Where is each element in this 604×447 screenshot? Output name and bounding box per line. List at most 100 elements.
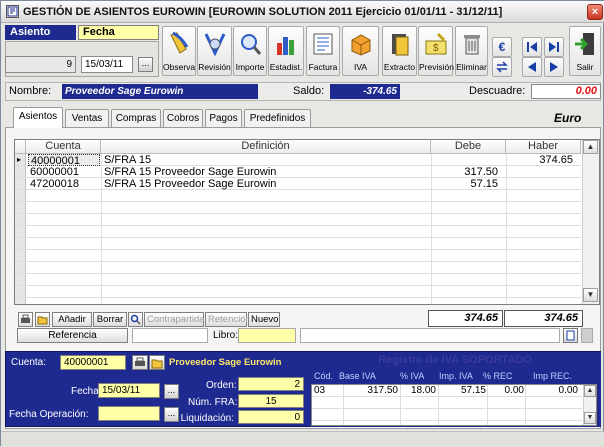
table-row[interactable] xyxy=(15,226,581,238)
column-header-cuenta[interactable]: Cuenta xyxy=(26,140,101,154)
table-row[interactable] xyxy=(15,202,581,214)
table-row[interactable] xyxy=(15,262,581,274)
nombre-field[interactable]: Proveedor Sage Eurowin xyxy=(62,84,258,99)
close-button[interactable]: × xyxy=(587,4,603,20)
iva-cell-cod[interactable]: 03 xyxy=(314,385,325,396)
column-header-debe[interactable]: Debe xyxy=(431,140,506,154)
referencia-field[interactable] xyxy=(132,328,208,343)
orden-field[interactable]: 2 xyxy=(238,377,304,391)
toolbar-button-estadist[interactable]: Estadist. xyxy=(268,26,304,76)
toolbar-button-observa[interactable]: Observa xyxy=(162,26,196,76)
last-record-button[interactable] xyxy=(544,37,564,57)
cell-haber[interactable]: 374.65 xyxy=(508,154,579,166)
cell-debe[interactable]: 317.50 xyxy=(433,166,504,178)
cuenta-open-button[interactable] xyxy=(149,355,165,370)
table-row[interactable]: 47200018 S/FRA 15 Proveedor Sage Eurowin… xyxy=(15,178,581,190)
fecha-operacion-picker[interactable]: ... xyxy=(164,407,179,422)
fecha-operacion-field[interactable] xyxy=(98,406,160,421)
toolbar-button-factura[interactable]: Factura xyxy=(306,26,340,76)
scroll-down-icon[interactable]: ▼ xyxy=(583,288,598,302)
cell-definicion[interactable]: S/FRA 15 Proveedor Sage Eurowin xyxy=(104,166,429,178)
cell-definicion[interactable]: S/FRA 15 Proveedor Sage Eurowin xyxy=(104,178,429,190)
iva-cell-pct-iva[interactable]: 18.00 xyxy=(400,385,436,396)
query-button[interactable] xyxy=(128,312,143,327)
euro-button[interactable]: € xyxy=(492,37,512,57)
open-button[interactable] xyxy=(35,312,50,327)
iva-cell-imp-iva[interactable]: 57.15 xyxy=(440,385,486,396)
descuadre-field: 0.00 xyxy=(531,84,601,99)
tab-pagos[interactable]: Pagos xyxy=(205,109,242,127)
tab-ventas[interactable]: Ventas xyxy=(65,109,109,127)
table-row[interactable] xyxy=(312,409,582,421)
table-row[interactable] xyxy=(15,238,581,250)
libro-field[interactable] xyxy=(238,328,296,343)
cell-cuenta[interactable]: 60000001 xyxy=(30,166,100,178)
extract-icon xyxy=(391,34,408,56)
fecha-detail-field[interactable]: 15/03/11 xyxy=(98,383,160,398)
reference-description-field[interactable] xyxy=(300,328,560,343)
grid-scrollbar[interactable]: ▲ ▼ xyxy=(582,140,599,304)
cell-debe[interactable] xyxy=(433,154,504,166)
delete-button[interactable]: Borrar xyxy=(93,312,127,327)
toolbar-button-importe[interactable]: Importe xyxy=(233,26,267,76)
tab-asientos[interactable]: Asientos xyxy=(13,107,63,128)
table-row[interactable]: 03 317.50 18.00 57.15 0.00 0.00 xyxy=(312,385,582,397)
saldo-field: -374.65 xyxy=(330,84,400,99)
cell-cuenta[interactable]: 40000001 xyxy=(28,154,100,166)
toolbar-label: Factura xyxy=(308,62,338,72)
scroll-up-icon[interactable]: ▲ xyxy=(584,385,596,397)
column-header-haber[interactable]: Haber xyxy=(506,140,581,154)
toolbar-button-salir[interactable]: Salir xyxy=(569,26,601,76)
iva-cell-pct-rec[interactable]: 0.00 xyxy=(488,385,524,396)
liquidacion-field[interactable]: 0 xyxy=(238,410,304,424)
add-button[interactable]: Añadir xyxy=(52,312,92,327)
tab-predefinidos[interactable]: Predefinidos xyxy=(244,109,311,127)
saldo-label: Saldo: xyxy=(293,85,325,97)
toolbar-button-iva[interactable]: IVA xyxy=(342,26,379,76)
iva-grid[interactable]: 03 317.50 18.00 57.15 0.00 0.00 ▲ ▼ xyxy=(311,384,597,426)
first-record-button[interactable] xyxy=(522,37,542,57)
table-row[interactable] xyxy=(312,397,582,409)
entries-grid[interactable]: Cuenta Definición Debe Haber ▸ 40000001 … xyxy=(14,139,600,305)
fecha-field[interactable]: 15/03/11 xyxy=(81,56,133,73)
referencia-button[interactable]: Referencia xyxy=(17,328,128,343)
cell-haber[interactable] xyxy=(508,178,579,190)
date-picker-button[interactable]: ... xyxy=(138,57,153,72)
table-row[interactable] xyxy=(15,190,581,202)
table-row[interactable] xyxy=(15,286,581,298)
cell-debe[interactable]: 57.15 xyxy=(433,178,504,190)
table-row[interactable] xyxy=(15,250,581,262)
cell-definicion[interactable]: S/FRA 15 xyxy=(104,154,429,166)
cell-haber[interactable] xyxy=(508,166,579,178)
cell-cuenta[interactable]: 47200018 xyxy=(30,178,100,190)
new-button[interactable]: Nuevo xyxy=(248,312,280,327)
previous-record-button[interactable] xyxy=(522,57,542,77)
table-row[interactable] xyxy=(15,274,581,286)
column-header-definicion[interactable]: Definición xyxy=(101,140,431,154)
document-button[interactable] xyxy=(563,328,578,343)
asiento-number-field[interactable]: 9 xyxy=(5,56,76,73)
iva-scrollbar[interactable]: ▲ ▼ xyxy=(583,385,596,425)
table-row[interactable] xyxy=(15,214,581,226)
scroll-down-icon[interactable]: ▼ xyxy=(584,412,596,424)
table-row[interactable]: ▸ 40000001 S/FRA 15 374.65 xyxy=(15,154,581,166)
fecha-detail-picker[interactable]: ... xyxy=(164,384,179,399)
num-fra-field[interactable]: 15 xyxy=(238,394,304,408)
table-row[interactable]: 60000001 S/FRA 15 Proveedor Sage Eurowin… xyxy=(15,166,581,178)
swap-button[interactable] xyxy=(492,57,512,77)
toolbar-button-revision[interactable]: Revisión xyxy=(197,26,232,76)
cuenta-field[interactable]: 40000001 xyxy=(60,355,126,370)
tab-compras[interactable]: Compras xyxy=(111,109,161,127)
scroll-up-icon[interactable]: ▲ xyxy=(583,140,598,154)
tab-cobros[interactable]: Cobros xyxy=(163,109,203,127)
next-record-button[interactable] xyxy=(544,57,564,77)
toolbar-button-prevision[interactable]: $ Previsión xyxy=(418,26,454,76)
toolbar-button-eliminar[interactable]: Eliminar xyxy=(455,26,488,76)
print-button[interactable] xyxy=(18,312,33,327)
nombre-label: Nombre: xyxy=(9,85,52,97)
iva-cell-base[interactable]: 317.50 xyxy=(340,385,398,396)
toolbar-button-extracto[interactable]: Extracto xyxy=(382,26,417,76)
cuenta-print-button[interactable] xyxy=(132,355,148,370)
total-debe: 374.65 xyxy=(428,310,503,327)
iva-cell-imp-rec[interactable]: 0.00 xyxy=(526,385,578,396)
